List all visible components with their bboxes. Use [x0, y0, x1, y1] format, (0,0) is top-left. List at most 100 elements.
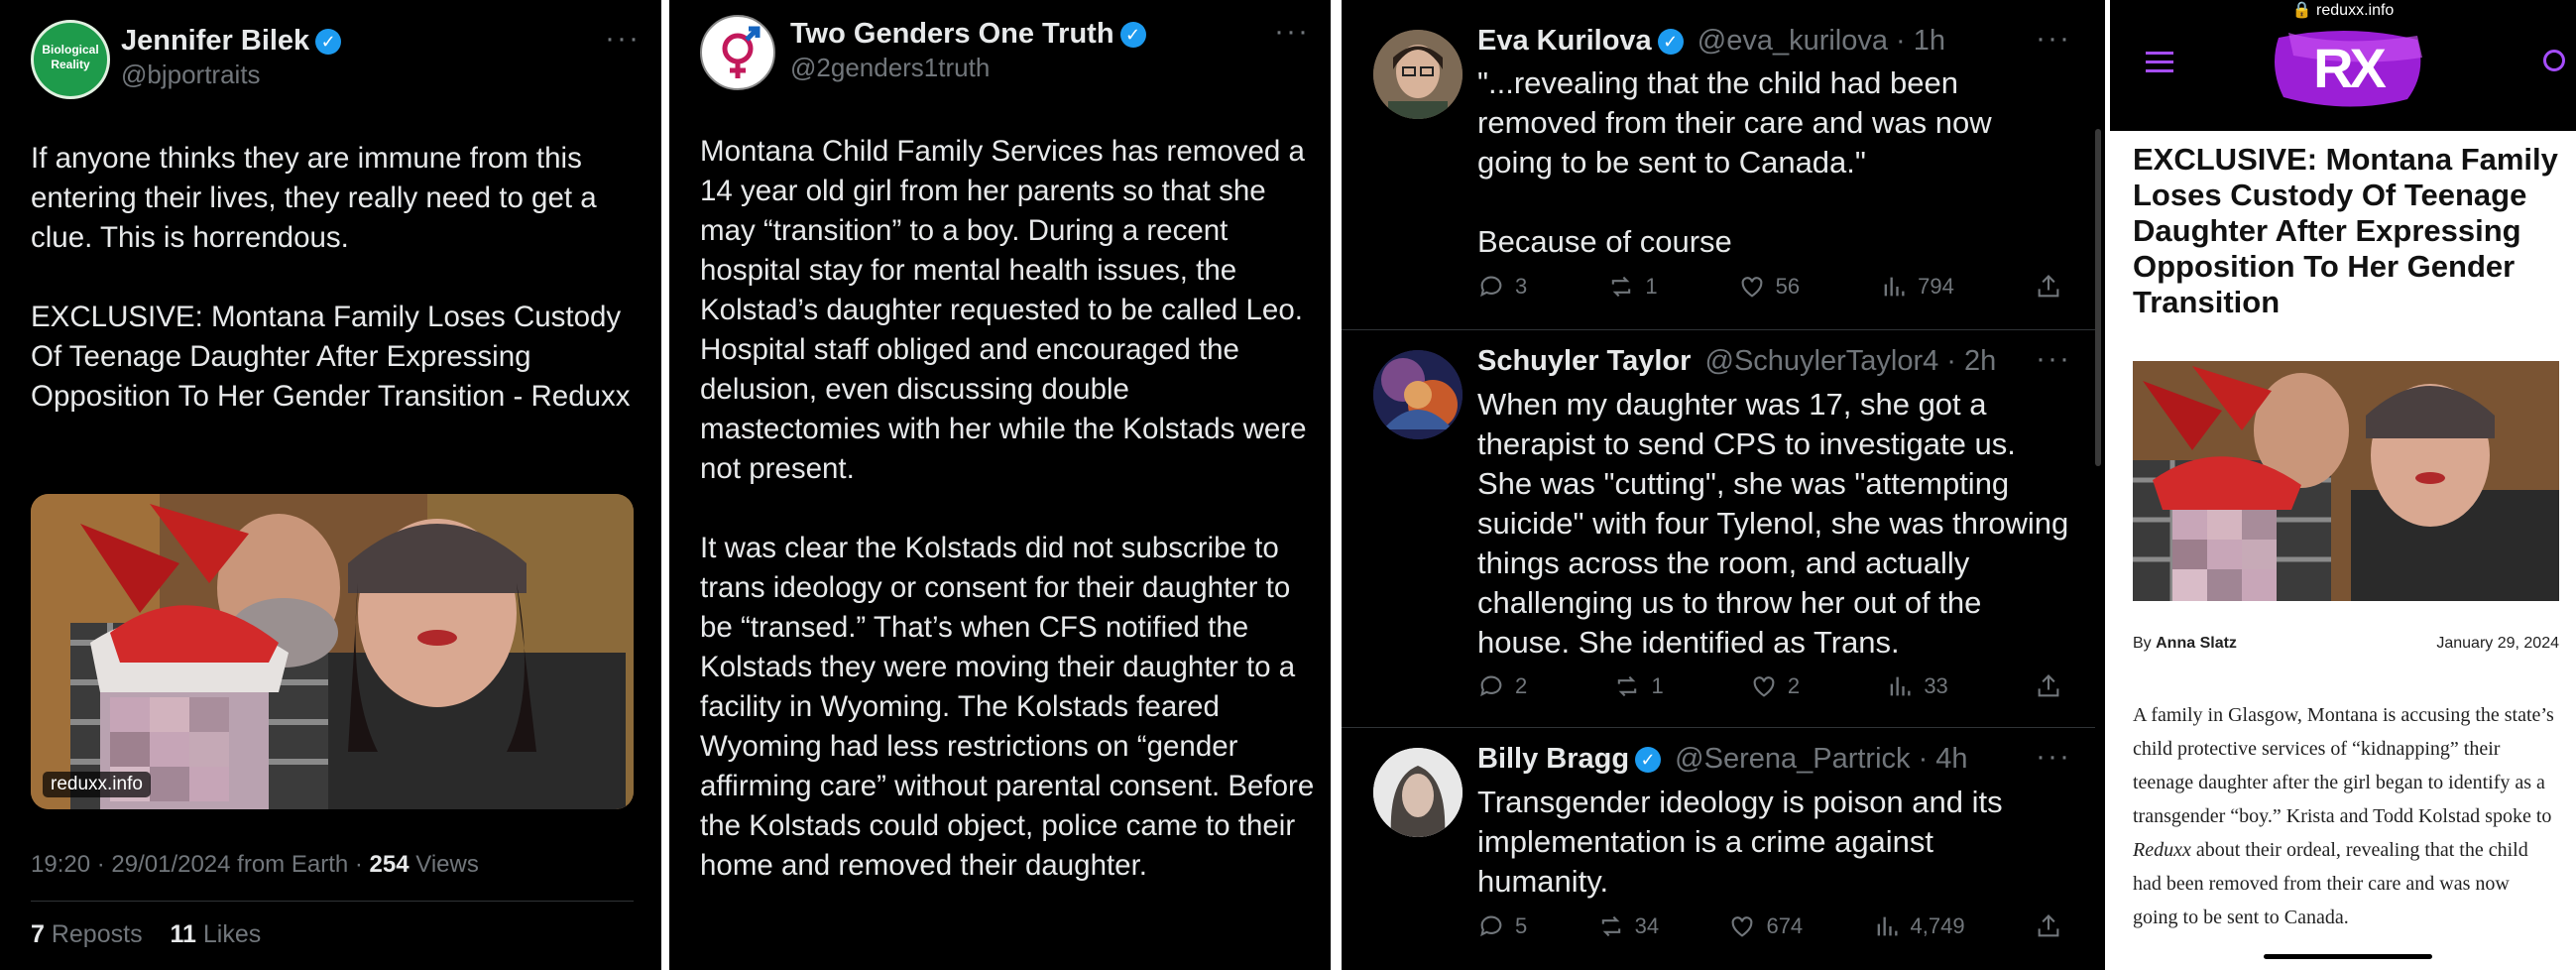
repost-button[interactable]: 34: [1597, 912, 1659, 940]
avatar[interactable]: [1373, 30, 1463, 119]
author-name-row[interactable]: Schuyler Taylor @SchuylerTaylor4 · 2h: [1477, 345, 1996, 378]
reply-tweet[interactable]: Schuyler Taylor @SchuylerTaylor4 · 2h ··…: [1342, 330, 2105, 727]
profile-photo-icon: [1373, 748, 1463, 837]
card-source-label: reduxx.info: [43, 772, 151, 797]
repost-count: 1: [1645, 274, 1658, 299]
more-options-icon[interactable]: ···: [605, 22, 641, 56]
view-count: 794: [1918, 274, 1954, 299]
verified-badge-icon: ✓: [1657, 29, 1684, 56]
reply-tweet[interactable]: Billy Bragg ✓ @Serena_Partrick · 4h ··· T…: [1342, 728, 2105, 970]
author-name: Eva Kurilova: [1477, 25, 1652, 57]
like-button[interactable]: 56: [1738, 273, 1800, 301]
author-handle[interactable]: @2genders1truth: [790, 53, 990, 83]
views-button[interactable]: 794: [1880, 273, 1954, 301]
like-button[interactable]: 674: [1728, 912, 1803, 940]
views-button[interactable]: 4,749: [1873, 912, 1965, 940]
reply-button[interactable]: 5: [1477, 912, 1527, 940]
link-card-image[interactable]: reduxx.info: [31, 494, 634, 809]
view-count: 33: [1924, 673, 1948, 698]
search-icon[interactable]: [2543, 50, 2565, 71]
photo-couple-icon: [2133, 361, 2559, 601]
author-name-row[interactable]: Billy Bragg ✓ @Serena_Partrick · 4h: [1477, 743, 1968, 776]
share-icon: [2038, 275, 2059, 298]
more-options-icon[interactable]: ···: [2036, 740, 2071, 774]
like-count: 674: [1766, 913, 1804, 938]
article-hero-image: [2133, 361, 2559, 601]
more-options-icon[interactable]: ···: [1274, 15, 1310, 49]
share-button[interactable]: [2035, 672, 2062, 700]
reply-icon: [1480, 675, 1502, 697]
share-icon: [2038, 914, 2059, 937]
reply-button[interactable]: 3: [1477, 273, 1527, 301]
logo-text: RX: [2313, 37, 2387, 99]
reply-count: 2: [1515, 673, 1528, 698]
share-button[interactable]: [2035, 912, 2062, 940]
likes-stat[interactable]: 11 Likes: [170, 920, 261, 948]
tweet-body: Montana Child Family Services has remove…: [700, 135, 1315, 882]
reply-tweet[interactable]: Eva Kurilova ✓ @eva_kurilova · 1h ··· "..…: [1342, 0, 2105, 327]
repost-button[interactable]: 1: [1613, 672, 1664, 700]
tweet-panel-jennifer-bilek: Biological Reality Jennifer Bilek ✓ @bjpo…: [0, 0, 661, 970]
reply-count: 5: [1515, 913, 1528, 938]
share-button[interactable]: [2035, 273, 2062, 301]
author-handle[interactable]: @bjportraits: [121, 60, 261, 90]
views-count: 254: [369, 851, 410, 878]
reply-body: "...revealing that the child had been re…: [1477, 65, 1992, 259]
views-button[interactable]: 33: [1886, 672, 1948, 700]
reposts-label: Reposts: [44, 920, 143, 948]
like-count: 2: [1787, 673, 1801, 698]
reposts-count: 7: [31, 920, 45, 948]
author-name-row[interactable]: Eva Kurilova ✓ @eva_kurilova · 1h: [1477, 25, 1945, 58]
author-handle: @eva_kurilova · 1h: [1697, 25, 1946, 57]
tweet-body: If anyone thinks they are immune from th…: [31, 142, 631, 413]
article-body: A family in Glasgow, Montana is accusing…: [2133, 698, 2559, 934]
repost-button[interactable]: 1: [1607, 273, 1658, 301]
reply-icon: [1480, 276, 1502, 298]
like-button[interactable]: 2: [1750, 672, 1800, 700]
divider: [31, 901, 634, 902]
avatar[interactable]: [1373, 350, 1463, 439]
heart-icon: [1732, 916, 1753, 937]
photo-couple-icon: [31, 494, 634, 809]
reply-button[interactable]: 2: [1477, 672, 1527, 700]
views-chart-icon: [1884, 277, 1905, 297]
repost-icon: [1612, 276, 1631, 298]
author-name: Two Genders One Truth: [790, 18, 1114, 50]
profile-photo-icon: [1373, 30, 1463, 119]
likes-count: 11: [170, 920, 196, 948]
article-text: A family in Glasgow, Montana is accusing…: [2133, 704, 2554, 827]
site-logo[interactable]: RX: [2269, 28, 2427, 111]
view-count: 4,749: [1910, 913, 1965, 938]
profile-photo-icon: [1373, 350, 1463, 439]
reposts-stat[interactable]: 7 Reposts: [31, 920, 143, 948]
timestamp[interactable]: 19:20 · 29/01/2024 from Earth ·: [31, 851, 370, 878]
author-name: Billy Bragg: [1477, 743, 1630, 775]
reply-icon: [1480, 915, 1502, 937]
avatar[interactable]: [1373, 748, 1463, 837]
author-link[interactable]: Anna Slatz: [2156, 635, 2237, 652]
tweet-actions: 5 34 674 4,749: [1477, 912, 2062, 940]
repost-count: 34: [1634, 913, 1660, 938]
home-indicator: [2264, 954, 2432, 959]
avatar-text: Reality: [51, 58, 90, 71]
views-chart-icon: [1890, 676, 1911, 696]
article-emphasis: Reduxx: [2133, 839, 2191, 861]
replies-panel: Eva Kurilova ✓ @eva_kurilova · 1h ··· "..…: [1342, 0, 2105, 970]
share-icon: [2038, 674, 2059, 697]
more-options-icon[interactable]: ···: [2036, 342, 2071, 376]
like-count: 56: [1775, 274, 1801, 299]
author-handle: @SchuylerTaylor4 · 2h: [1704, 345, 1997, 377]
reply-body: Transgender ideology is poison and its i…: [1477, 785, 2003, 899]
hamburger-menu-icon[interactable]: [2146, 52, 2173, 73]
more-options-icon[interactable]: ···: [2036, 22, 2071, 56]
author-name-row[interactable]: Two Genders One Truth ✓: [790, 18, 1146, 51]
verified-badge-icon: ✓: [1119, 22, 1146, 49]
avatar[interactable]: Biological Reality: [31, 20, 110, 99]
url-bar[interactable]: 🔒 reduxx.info: [2110, 0, 2576, 22]
reply-body: When my daughter was 17, she got a thera…: [1477, 387, 2069, 660]
author-name-row[interactable]: Jennifer Bilek ✓: [121, 25, 342, 58]
gender-symbol-icon: [722, 26, 761, 78]
avatar[interactable]: [700, 15, 775, 90]
avatar-text: Biological: [42, 43, 99, 57]
byline: By Anna Slatz: [2133, 635, 2237, 653]
